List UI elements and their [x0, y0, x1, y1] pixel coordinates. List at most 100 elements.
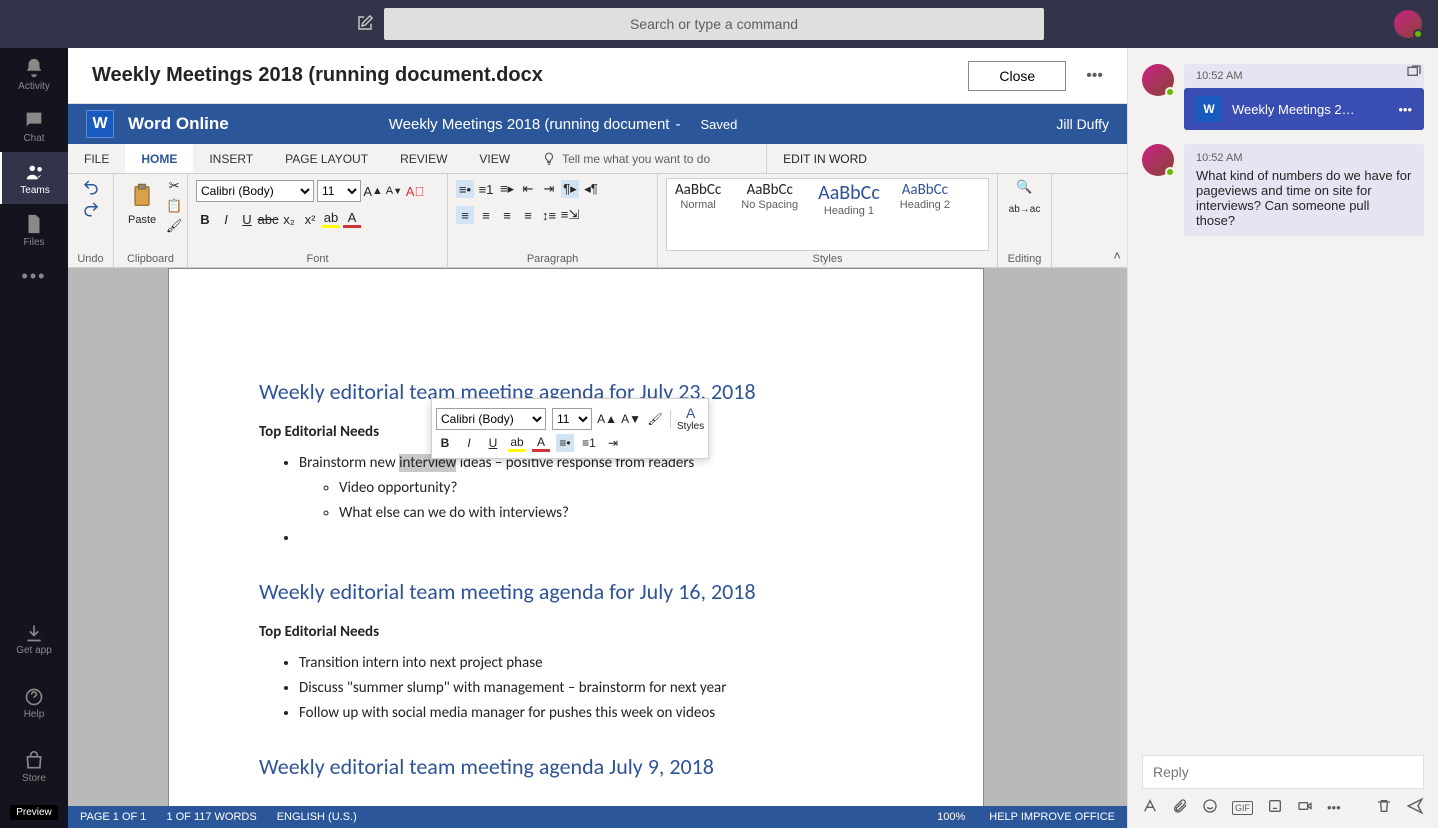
mini-numbering-icon[interactable]: ≡1: [580, 434, 598, 452]
paste-button[interactable]: Paste: [122, 178, 162, 228]
more-compose-icon[interactable]: •••: [1327, 800, 1341, 815]
subscript-icon[interactable]: x₂: [280, 210, 298, 228]
collapse-ribbon-icon[interactable]: ˄: [1113, 248, 1121, 263]
align-center-icon[interactable]: ≡: [477, 206, 495, 224]
document-canvas[interactable]: Weekly editorial team meeting agenda for…: [68, 268, 1127, 806]
tell-me-search[interactable]: Tell me what you want to do: [526, 144, 726, 173]
rtl-icon[interactable]: ◂¶: [582, 180, 600, 198]
bullets-icon[interactable]: ≡•: [456, 180, 474, 198]
meet-now-icon[interactable]: [1297, 798, 1313, 817]
status-language[interactable]: ENGLISH (U.S.): [277, 811, 357, 823]
redo-icon[interactable]: [82, 200, 100, 218]
mini-font-color-icon[interactable]: A: [532, 434, 550, 452]
sticker-icon[interactable]: [1267, 798, 1283, 817]
style-no-spacing[interactable]: AaBbCcNo Spacing: [733, 179, 806, 213]
format-painter-icon[interactable]: 🖌: [166, 218, 182, 234]
font-family-select[interactable]: Calibri (Body): [196, 180, 314, 202]
file-card[interactable]: W Weekly Meetings 2… •••: [1184, 88, 1424, 130]
message-avatar[interactable]: [1142, 144, 1174, 176]
rail-more[interactable]: •••: [0, 256, 68, 296]
strikethrough-icon[interactable]: abc: [259, 210, 277, 228]
compose-icon[interactable]: [356, 14, 374, 35]
user-avatar[interactable]: [1394, 10, 1422, 38]
attach-icon[interactable]: [1172, 798, 1188, 817]
tab-page-layout[interactable]: PAGE LAYOUT: [269, 144, 384, 173]
mini-underline-icon[interactable]: U: [484, 434, 502, 452]
superscript-icon[interactable]: x²: [301, 210, 319, 228]
message-bubble[interactable]: 10:52 AM What kind of numbers do we have…: [1184, 144, 1424, 236]
format-icon[interactable]: [1142, 798, 1158, 817]
list-item[interactable]: Transition intern into next project phas…: [299, 653, 893, 674]
mini-italic-icon[interactable]: I: [460, 434, 478, 452]
emoji-icon[interactable]: [1202, 798, 1218, 817]
decrease-indent-icon[interactable]: ⇤: [519, 180, 537, 198]
word-document-name[interactable]: Weekly Meetings 2018 (running document: [389, 116, 670, 133]
heading[interactable]: Weekly editorial team meeting agenda Jul…: [259, 752, 893, 783]
search-input[interactable]: Search or type a command: [384, 8, 1044, 40]
status-help-improve[interactable]: HELP IMPROVE OFFICE: [989, 811, 1115, 823]
mini-size-select[interactable]: 11: [552, 408, 592, 430]
rail-chat[interactable]: Chat: [0, 100, 68, 152]
status-zoom[interactable]: 100%: [937, 811, 965, 823]
mini-shrink-font-icon[interactable]: A▼: [622, 410, 640, 428]
mini-grow-font-icon[interactable]: A▲: [598, 410, 616, 428]
tab-review[interactable]: REVIEW: [384, 144, 463, 173]
italic-icon[interactable]: I: [217, 210, 235, 228]
font-color-icon[interactable]: A: [343, 210, 361, 228]
edit-in-word[interactable]: EDIT IN WORD: [766, 144, 883, 173]
style-heading-1[interactable]: AaBbCcHeading 1: [810, 179, 888, 219]
section-title[interactable]: Top Editorial Needs: [259, 622, 893, 643]
shrink-font-icon[interactable]: A▼: [385, 182, 403, 200]
mini-styles-button[interactable]: A Styles: [677, 405, 704, 432]
tab-file[interactable]: FILE: [68, 144, 125, 173]
underline-icon[interactable]: U: [238, 210, 256, 228]
delete-icon[interactable]: [1376, 798, 1392, 817]
numbering-icon[interactable]: ≡1: [477, 180, 495, 198]
reply-input[interactable]: [1142, 755, 1424, 789]
font-size-select[interactable]: 11: [317, 180, 361, 202]
heading[interactable]: Weekly editorial team meeting agenda for…: [259, 577, 893, 608]
list-item[interactable]: Discuss "summer slump" with management –…: [299, 678, 893, 699]
rail-store[interactable]: Store: [0, 741, 68, 793]
popout-icon[interactable]: [1406, 64, 1422, 83]
undo-icon[interactable]: [82, 178, 100, 196]
justify-icon[interactable]: ≡: [519, 206, 537, 224]
list-item[interactable]: What else can we do with interviews?: [339, 503, 893, 524]
document-page[interactable]: Weekly editorial team meeting agenda for…: [168, 268, 984, 806]
close-button[interactable]: Close: [968, 61, 1066, 91]
mini-bullets-icon[interactable]: ≡•: [556, 434, 574, 452]
more-options-icon[interactable]: •••: [1086, 67, 1103, 85]
special-indent-icon[interactable]: ≡⇲: [561, 206, 579, 224]
message-avatar[interactable]: [1142, 64, 1174, 96]
align-left-icon[interactable]: ≡: [456, 206, 474, 224]
ltr-icon[interactable]: ¶▸: [561, 180, 579, 198]
send-icon[interactable]: [1406, 797, 1424, 818]
cut-icon[interactable]: ✂: [166, 178, 182, 194]
gif-icon[interactable]: GIF: [1232, 801, 1253, 815]
tab-view[interactable]: VIEW: [463, 144, 526, 173]
find-icon[interactable]: 🔍: [1016, 178, 1034, 196]
rail-getapp[interactable]: Get app: [0, 613, 68, 665]
style-normal[interactable]: AaBbCcNormal: [667, 179, 729, 213]
mini-format-painter-icon[interactable]: 🖌: [646, 410, 664, 428]
grow-font-icon[interactable]: A▲: [364, 182, 382, 200]
clear-formatting-icon[interactable]: A⃠: [406, 182, 424, 200]
rail-files[interactable]: Files: [0, 204, 68, 256]
file-more-icon[interactable]: •••: [1398, 102, 1412, 117]
style-heading-2[interactable]: AaBbCcHeading 2: [892, 179, 958, 213]
tab-insert[interactable]: INSERT: [193, 144, 269, 173]
line-spacing-icon[interactable]: ↕≡: [540, 206, 558, 224]
rail-help[interactable]: Help: [0, 677, 68, 729]
rail-activity[interactable]: Activity: [0, 48, 68, 100]
copy-icon[interactable]: 📋: [166, 198, 182, 214]
word-user-name[interactable]: Jill Duffy: [1056, 116, 1109, 132]
status-words[interactable]: 1 OF 117 WORDS: [166, 811, 256, 823]
list-item[interactable]: Follow up with social media manager for …: [299, 703, 893, 724]
rail-teams[interactable]: Teams: [0, 152, 68, 204]
highlight-icon[interactable]: ab: [322, 210, 340, 228]
mini-font-select[interactable]: Calibri (Body): [436, 408, 546, 430]
mini-indent-icon[interactable]: ⇥: [604, 434, 622, 452]
list-item[interactable]: Video opportunity?: [339, 478, 893, 499]
mini-bold-icon[interactable]: B: [436, 434, 454, 452]
bold-icon[interactable]: B: [196, 210, 214, 228]
